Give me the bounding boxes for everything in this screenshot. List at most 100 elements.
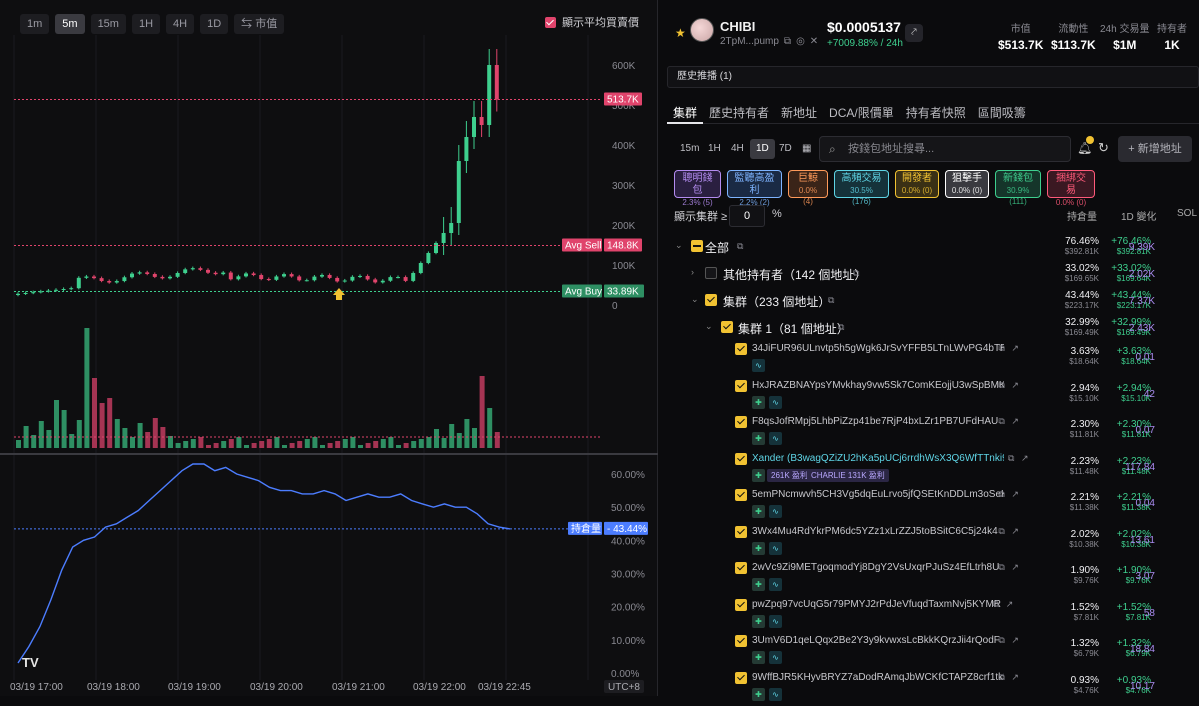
ctrl-tf-1h[interactable]: 1H	[702, 139, 727, 159]
star-icon[interactable]: ★	[675, 26, 686, 40]
chip-category[interactable]: 開發者 0.0% (0)	[895, 170, 939, 198]
chip-category[interactable]: 聰明錢包 2.3% (5)	[674, 170, 721, 207]
wallet-address[interactable]: 34JiFUR96ULnvtp5h5gWgk6JrSvYFFB5LTnLWvPG…	[752, 343, 1004, 354]
ctrl-tf-4h[interactable]: 4H	[725, 139, 750, 159]
copy-icon[interactable]: ⧉	[998, 672, 1004, 683]
wallet-row[interactable]: 5emPNcmwvh5CH3Vg5dqEuLrvo5jfQSEtKnDDLm3o…	[667, 489, 1199, 523]
chip-category[interactable]: 捆綁交易 0.0% (0)	[1047, 170, 1095, 207]
external-link-icon[interactable]: ↗	[1011, 526, 1019, 537]
tab-snapshot[interactable]: 持有者快照	[900, 98, 972, 124]
wallet-row[interactable]: 3Wx4Mu4RdYkrPM6dc5YZz1xLrZZJ5toBSitC6C5j…	[667, 525, 1199, 560]
share-icon[interactable]: ⤤	[905, 24, 923, 42]
wallet-row[interactable]: 3UmV6D1qeLQqx2Be2Y3y9kvwxsLcBkkKQrzJii4r…	[667, 635, 1199, 669]
wallet-checkbox[interactable]	[735, 525, 747, 538]
tree-group-row[interactable]: › 其他持有者（142 個地址） 33.02% $169.65K +33.02% $169…	[667, 263, 1199, 289]
wallet-row[interactable]: Xander (B3wagQZiZU2hKa5pUCj6rrdhWsX3Q6Wf…	[667, 452, 1199, 487]
external-link-icon[interactable]: ↗	[1006, 599, 1014, 610]
chip-category[interactable]: 新錢包 30.9% (111)	[995, 170, 1041, 206]
wallet-checkbox[interactable]	[735, 489, 747, 501]
wallet-checkbox[interactable]	[735, 379, 747, 392]
external-link-icon[interactable]: ↗	[1011, 635, 1019, 646]
ctrl-tf-7d[interactable]: 7D	[773, 139, 798, 159]
copy-icon[interactable]: ⧉	[737, 241, 743, 252]
copy-icon[interactable]: ⧉	[998, 380, 1004, 391]
external-link-icon[interactable]: ↗	[1011, 672, 1019, 683]
group-checkbox[interactable]	[721, 321, 733, 333]
add-address-button[interactable]: + 新增地址	[1118, 136, 1192, 162]
copy-icon[interactable]: ⧉	[998, 489, 1004, 500]
copy-icon[interactable]: ⧉	[993, 599, 999, 610]
copy-icon[interactable]: ⧉	[828, 295, 834, 306]
wallet-checkbox[interactable]	[735, 343, 747, 355]
group-checkbox[interactable]	[705, 294, 717, 306]
tab-new-address[interactable]: 新地址	[775, 98, 823, 124]
chip-category[interactable]: 狙擊手 0.0% (0)	[945, 170, 989, 198]
external-link-icon[interactable]: ↗	[1011, 380, 1019, 391]
broadcast-history[interactable]: 歷史推播 (1)	[667, 66, 1199, 88]
copy-icon[interactable]: ⧉	[838, 322, 844, 333]
wallet-address[interactable]: 5emPNcmwvh5CH3Vg5dqEuLrvo5jfQSEtKnDDLm3o…	[752, 489, 1004, 500]
token-header: ★ CHIBI 2TpM...pump ⧉ ◎ ✕ $0.0005137 +70…	[667, 8, 1199, 58]
copy-icon[interactable]: ⧉	[998, 526, 1004, 537]
wallet-checkbox[interactable]	[735, 452, 747, 465]
chart-panel[interactable]: 1m 5m 15m 1H 4H 1D ⇆ 市值 顯示平均買賣價 600K 500K…	[0, 0, 658, 696]
ctrl-tf-15m[interactable]: 15m	[674, 139, 705, 159]
copy-icon[interactable]: ⧉	[853, 268, 859, 279]
copy-icon[interactable]: ⧉	[1008, 453, 1014, 464]
tree-group-row[interactable]: ⌄ 集群 1（81 個地址） 32.99% $169.49K +32.99% $169.4…	[667, 317, 1199, 343]
wallet-address[interactable]: 9WffBJR5KHyvBRYZ7aDodRAmqJbWCKfCTAPZ8crf…	[752, 672, 1004, 683]
wallet-row[interactable]: pwZpq97vcUqG5r79PMYJ2rPdJeVfuqdTaxmNvj5K…	[667, 598, 1199, 633]
wallet-search-input[interactable]: ⌕ 按錢包地址搜尋...	[819, 136, 1071, 162]
tab-history-holders[interactable]: 歷史持有者	[703, 98, 775, 124]
external-link-icon[interactable]: ↗	[1021, 453, 1029, 464]
wallet-row[interactable]: F8qsJofRMpj5LhbPiZzp41be7RjP4bxLZr1PB7UF…	[667, 416, 1199, 450]
wallet-checkbox[interactable]	[735, 598, 747, 611]
tree-group-row[interactable]: ⌄ 全部 76.46% $392.81K +76.46% $392.81K 9.39K	[667, 236, 1199, 262]
wallet-checkbox[interactable]	[735, 562, 747, 574]
x-icon[interactable]: ✕	[810, 36, 818, 47]
tab-dca[interactable]: DCA/限價單	[823, 98, 900, 124]
wallet-row[interactable]: 9WffBJR5KHyvBRYZ7aDodRAmqJbWCKfCTAPZ8crf…	[667, 671, 1199, 706]
external-link-icon[interactable]: ↗	[1011, 562, 1019, 573]
chevron-icon[interactable]: ⌄	[691, 294, 699, 305]
chevron-icon[interactable]: ⌄	[675, 240, 683, 251]
tab-accumulation[interactable]: 區間吸籌	[972, 98, 1032, 124]
ctrl-tf-1d[interactable]: 1D	[750, 139, 775, 159]
chevron-icon[interactable]: ›	[691, 267, 694, 277]
chip-category[interactable]: 監聽高盈利 2.2% (2)	[727, 170, 782, 207]
tree-group-row[interactable]: ⌄ 集群（233 個地址） 43.44% $223.17K +43.44% $223.17…	[667, 290, 1199, 316]
wallet-checkbox[interactable]	[735, 635, 747, 647]
cluster-threshold-input[interactable]: 0	[729, 205, 765, 227]
wallet-address[interactable]: Xander (B3wagQZiZU2hKa5pUCj6rrdhWsX3Q6Wf…	[752, 453, 1004, 464]
wallet-row[interactable]: 2wVc9Zi9METgoqmodYj8DgY2VsUxqrPJuSz4EfLt…	[667, 562, 1199, 596]
token-address[interactable]: 2TpM...pump	[720, 36, 779, 47]
price-chart[interactable]: 600K500K400K300K200K100K0513.7KAvg Sell 1…	[0, 0, 658, 696]
external-link-icon[interactable]: ↗	[1011, 416, 1019, 427]
group-checkbox[interactable]	[691, 240, 703, 252]
chip-category[interactable]: 巨鯨 0.0% (4)	[788, 170, 828, 206]
wallet-checkbox[interactable]	[735, 416, 747, 428]
refresh-icon[interactable]: ↻	[1098, 140, 1109, 156]
wallet-address[interactable]: 2wVc9Zi9METgoqmodYj8DgY2VsUxqrPJuSz4EfLt…	[752, 562, 999, 573]
wallet-checkbox[interactable]	[735, 671, 747, 684]
copy-icon[interactable]: ⧉	[784, 36, 791, 47]
copy-icon[interactable]: ⧉	[998, 635, 1004, 646]
wallet-address[interactable]: F8qsJofRMpj5LhbPiZzp41be7RjP4bxLZr1PB7UF…	[752, 416, 998, 427]
wallet-address[interactable]: pwZpq97vcUqG5r79PMYJ2rPdJeVfuqdTaxmNvj5K…	[752, 599, 1001, 610]
copy-icon[interactable]: ⧉	[998, 416, 1004, 427]
copy-icon[interactable]: ⧉	[998, 562, 1004, 573]
group-checkbox[interactable]	[705, 267, 717, 279]
external-link-icon[interactable]: ↗	[1011, 343, 1019, 354]
tab-cluster[interactable]: 集群	[667, 98, 704, 124]
external-link-icon[interactable]: ↗	[1011, 489, 1019, 500]
chevron-icon[interactable]: ⌄	[705, 321, 713, 332]
wallet-address[interactable]: 3UmV6D1qeLQqx2Be2Y3y9kvwxsLcBkkKQrzJii4r…	[752, 635, 1000, 646]
wallet-row[interactable]: 34JiFUR96ULnvtp5h5gWgk6JrSvYFFB5LTnLWvPG…	[667, 343, 1199, 377]
calendar-icon[interactable]: ▦	[796, 139, 817, 159]
copy-icon[interactable]: ⧉	[998, 343, 1004, 354]
globe-icon[interactable]: ◎	[796, 36, 805, 47]
chip-category[interactable]: 高頻交易 30.5% (176)	[834, 170, 889, 206]
wallet-address[interactable]: HxJRAZBNAYpsYMvkhay9vw5Sk7ComKEojjU3wSpB…	[752, 380, 1004, 391]
wallet-row[interactable]: HxJRAZBNAYpsYMvkhay9vw5Sk7ComKEojjU3wSpB…	[667, 379, 1199, 414]
wallet-address[interactable]: 3Wx4Mu4RdYkrPM6dc5YZz1xLrZZJ5toBSitC6C5j…	[752, 526, 998, 537]
